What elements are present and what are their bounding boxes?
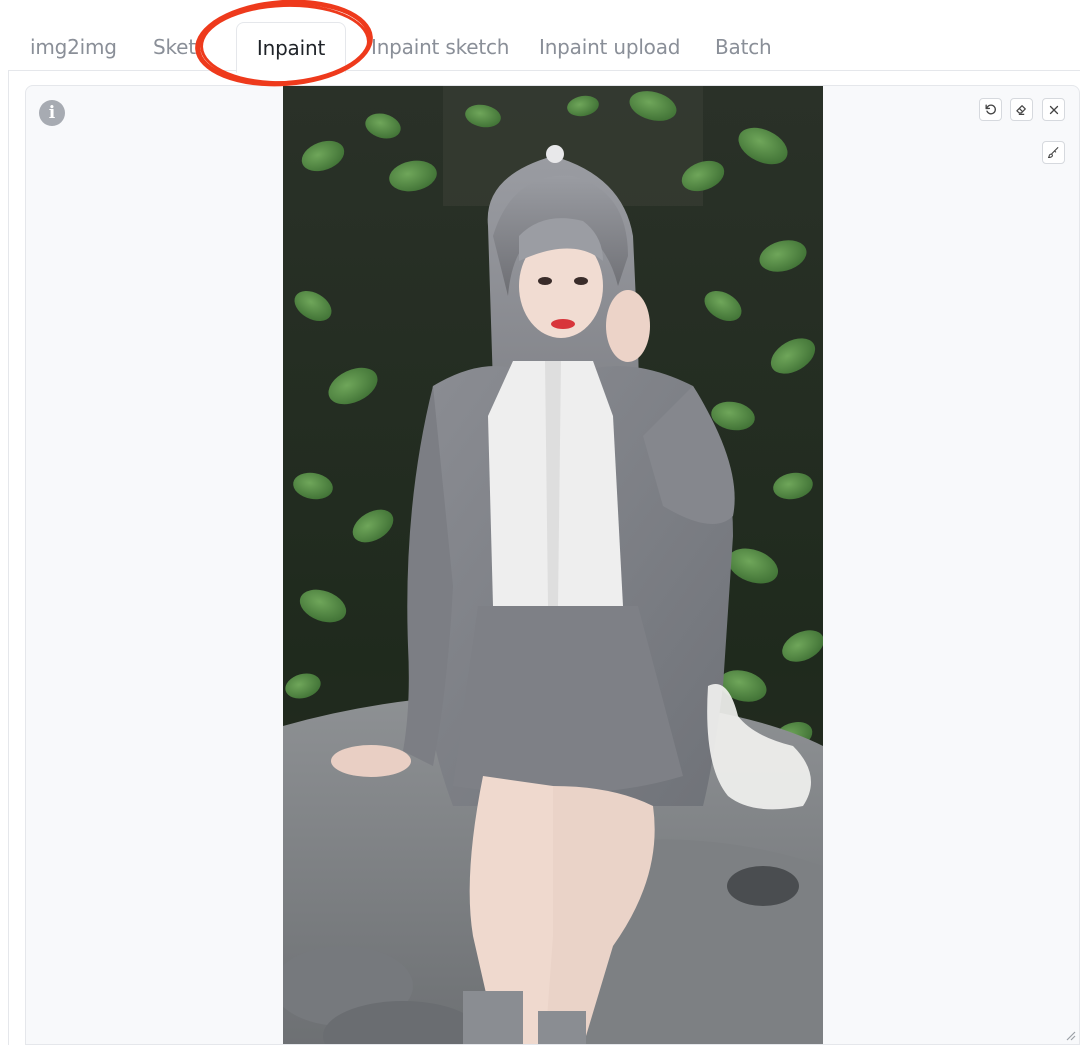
uploaded-image[interactable]	[283, 86, 823, 1045]
close-icon	[1049, 105, 1058, 114]
close-button[interactable]	[1042, 98, 1065, 121]
tab-inpaint[interactable]: Inpaint	[236, 22, 346, 73]
resize-handle-icon[interactable]	[1064, 1029, 1076, 1041]
eraser-button[interactable]	[1010, 98, 1033, 121]
tab-inpaint-sketch[interactable]: Inpaint sketch	[371, 22, 509, 70]
brush-icon	[1047, 147, 1059, 159]
img2img-interface: img2img Sketch Inpaint Inpaint sketch In…	[0, 0, 1080, 1045]
tab-img2img[interactable]: img2img	[30, 22, 117, 70]
eraser-icon	[1016, 105, 1026, 115]
tab-sketch[interactable]: Sketch	[153, 22, 201, 70]
info-icon[interactable]: i	[39, 100, 65, 126]
brush-button[interactable]	[1042, 141, 1065, 164]
tab-inpaint-upload[interactable]: Inpaint upload	[539, 22, 680, 70]
inpaint-canvas[interactable]: i	[25, 85, 1080, 1045]
tab-bar: img2img Sketch Inpaint Inpaint sketch In…	[0, 22, 1080, 74]
undo-button[interactable]	[979, 98, 1002, 121]
undo-icon	[985, 104, 996, 115]
tab-batch[interactable]: Batch	[715, 22, 772, 70]
